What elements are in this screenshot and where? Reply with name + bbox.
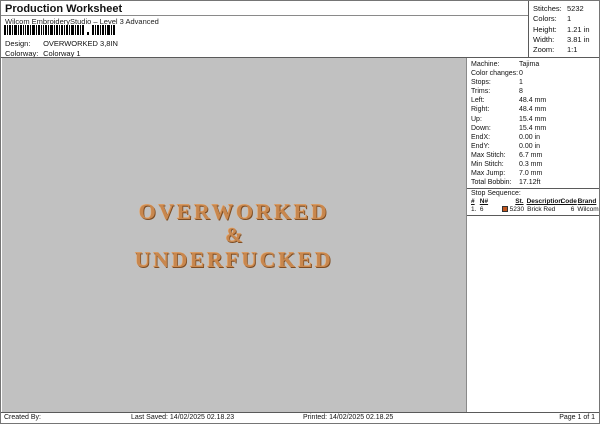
- machine-row: Color changes:0: [471, 70, 523, 78]
- machine-row: EndY: 0.00 in: [471, 142, 541, 150]
- page-number: Page 1 of 1: [559, 414, 595, 421]
- last-saved-label: Last Saved: 14/02/2025 02.18.23: [131, 414, 235, 421]
- embroidery-text-line3: UNDERFUCKED: [134, 247, 334, 272]
- thread-color-swatch: [501, 206, 508, 212]
- machine-row: Left: 48.4 mm: [471, 97, 547, 105]
- stat-stitches: Stitches: 5232: [533, 4, 584, 13]
- machine-row: Total Bobbin: 17.12ft: [471, 179, 541, 187]
- stat-zoom: Zoom: 1:1: [533, 45, 578, 55]
- machine-row: Up: 15.4 mm: [471, 115, 547, 123]
- machine-row: Right: 48.4 mm: [471, 106, 547, 114]
- design-stats-box: Stitches: 5232 Colors: 1 Height: 1.21 in Wi…: [528, 1, 599, 57]
- machine-panel-divider: [467, 188, 599, 189]
- design-name-row: Design: OVERWORKED 3,8IN: [5, 39, 118, 48]
- machine-row: Min Stitch: 0.3 mm: [471, 161, 543, 169]
- printed-label: Printed: 14/02/2025 02.18.25: [303, 414, 394, 421]
- embroidery-text-line2: &: [225, 223, 243, 247]
- thread-brand: Wilcom: [577, 206, 599, 213]
- footer-divider: [1, 412, 599, 413]
- stat-width: Width: 3.81 in: [533, 34, 590, 44]
- machine-row: Trims: 8: [471, 88, 523, 96]
- stitch-count-cell: 5230: [497, 206, 524, 213]
- stop-number: 1.: [471, 206, 477, 213]
- thread-code: 6: [570, 206, 575, 213]
- needle-number: 6: [479, 206, 484, 213]
- machine-row: Max Stitch: 6.7 mm: [471, 151, 543, 159]
- design-label: Design:: [5, 39, 31, 48]
- machine-info-panel: Machine: Tajima Color changes:0 Stops: 1 T…: [468, 60, 599, 187]
- stop-sequence-header: # N# St. Description Code Brand: [471, 198, 597, 205]
- stitch-preview-canvas: OVERWORKED & UNDERFUCKED: [2, 58, 467, 412]
- machine-row: Machine: Tajima: [471, 61, 540, 68]
- machine-row: Down: 15.4 mm: [471, 124, 547, 132]
- machine-row: Max Jump: 7.0 mm: [471, 170, 543, 178]
- page-title: Production Worksheet: [5, 3, 123, 15]
- design-value: OVERWORKED 3,8IN: [43, 39, 118, 48]
- stop-sequence-divider: [467, 215, 599, 216]
- stat-height: Height: 1.21 in: [533, 24, 590, 34]
- created-by-label: Created By:: [4, 414, 41, 421]
- machine-row: Stops: 1: [471, 79, 523, 87]
- thread-description: Brick Red: [527, 206, 556, 213]
- production-worksheet-page: Production Worksheet Wilcom EmbroiderySt…: [0, 0, 600, 424]
- title-divider: [1, 15, 528, 16]
- stop-sequence-row: 1. 6 5230 Brick Red 6 Wilcom: [468, 206, 599, 213]
- machine-row: EndX: 0.00 in: [471, 133, 541, 141]
- barcode-icon: [4, 25, 115, 35]
- embroidery-text-line1: OVERWORKED: [138, 199, 330, 224]
- stat-colors: Colors: 1: [533, 14, 572, 24]
- stop-sequence-title: Stop Sequence:: [471, 190, 521, 197]
